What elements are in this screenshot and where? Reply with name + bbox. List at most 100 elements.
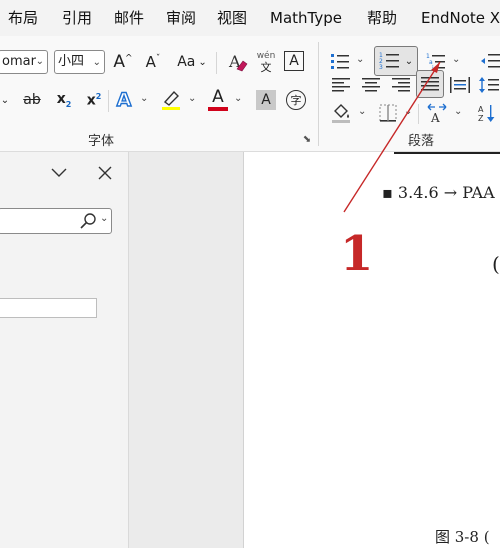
chevron-down-icon[interactable]: ⌄	[358, 106, 366, 117]
subscript-icon: x2	[56, 91, 72, 109]
font-color-swatch	[208, 107, 228, 111]
shrink-font-button[interactable]: Aˇ	[140, 50, 166, 74]
enclose-icon: 字	[286, 90, 306, 110]
character-border-label: A	[289, 53, 299, 69]
align-left-icon	[332, 78, 350, 92]
borders-button[interactable]	[376, 100, 400, 126]
dialog-launcher-icon[interactable]: ⬊	[300, 132, 314, 146]
chevron-down-icon[interactable]: ⌄	[454, 106, 462, 117]
strikethrough-label: ab	[23, 92, 41, 108]
font-name-value: omar	[2, 54, 36, 69]
pane-close-button[interactable]	[94, 162, 116, 184]
close-icon	[98, 166, 112, 180]
search-input[interactable]	[1, 211, 71, 231]
chevron-down-icon[interactable]: ⌄	[0, 88, 12, 112]
change-case-label: Aa	[177, 54, 196, 70]
results-field[interactable]	[0, 298, 97, 318]
phonetic-bottom: 文	[260, 61, 272, 74]
search-button[interactable]	[79, 212, 99, 234]
sort-icon: AZ	[478, 105, 495, 123]
enclose-characters-button[interactable]: 字	[284, 88, 308, 112]
align-right-button[interactable]	[388, 72, 414, 98]
font-name-combobox[interactable]: omar ⌄	[0, 50, 48, 74]
navigation-pane: ⌄	[0, 152, 128, 548]
separator	[418, 104, 419, 124]
tab-layout[interactable]: 布局	[8, 8, 38, 28]
ribbon: omar ⌄ 小四 ⌄ A^ Aˇ Aa ⌄ A wén 文 A ⌄ ab x2…	[0, 36, 500, 152]
align-right-icon	[392, 78, 410, 92]
tab-help[interactable]: 帮助	[367, 8, 397, 28]
superscript-button[interactable]: x2	[82, 88, 106, 112]
character-border-button[interactable]: A	[284, 51, 304, 71]
character-shading-label: A	[261, 92, 271, 108]
phonetic-guide-button[interactable]: wén 文	[254, 48, 278, 76]
tab-mathtype[interactable]: MathType	[270, 8, 342, 28]
highlight-button[interactable]	[158, 86, 184, 112]
separator	[108, 90, 109, 112]
chevron-down-icon: ⌄	[404, 55, 414, 67]
svg-text:Z: Z	[478, 114, 484, 123]
align-center-button[interactable]	[358, 72, 384, 98]
search-box[interactable]: ⌄	[0, 208, 112, 234]
font-group-label: 字体	[88, 134, 115, 149]
chevron-down-icon[interactable]: ⌄	[452, 54, 460, 65]
chevron-down-icon[interactable]: ⌄	[234, 93, 242, 104]
chevron-down-icon[interactable]: ⌄	[140, 93, 148, 104]
chevron-down-icon	[51, 168, 67, 177]
tab-mailings[interactable]: 邮件	[114, 8, 144, 28]
chevron-down-icon[interactable]: ⌄	[100, 213, 108, 224]
document-page[interactable]: ▪ 3.4.6 → PAA ( 图 3-8 (	[244, 152, 500, 548]
tab-view[interactable]: 视图	[217, 8, 247, 28]
line-spacing-icon	[479, 77, 499, 93]
subscript-button[interactable]: x2	[52, 88, 76, 112]
chevron-down-icon: ⌄	[35, 56, 44, 67]
change-case-button[interactable]: Aa ⌄	[172, 50, 212, 74]
chevron-down-icon[interactable]: ⌄	[188, 93, 196, 104]
chevron-down-icon[interactable]: ⌄	[404, 106, 412, 117]
sort-button[interactable]: AZ	[476, 100, 500, 126]
chevron-down-icon: ⌄	[92, 57, 101, 68]
font-size-combobox[interactable]: 小四 ⌄	[54, 50, 105, 74]
chinese-layout-icon: A	[427, 103, 447, 124]
annotation-number: 1	[340, 226, 374, 282]
align-left-button[interactable]	[328, 72, 354, 98]
grow-font-button[interactable]: A^	[110, 50, 136, 74]
bullets-button[interactable]	[328, 48, 352, 74]
paragraph-shading-button[interactable]	[328, 100, 354, 126]
font-size-value: 小四	[58, 54, 85, 69]
header-rule	[394, 152, 500, 154]
distributed-icon	[450, 77, 470, 93]
section-heading: ▪ 3.4.6 → PAA	[382, 183, 495, 202]
character-shading-button[interactable]: A	[256, 90, 276, 110]
clear-formatting-button[interactable]: A	[224, 49, 250, 75]
tab-references[interactable]: 引用	[62, 8, 92, 28]
tab-review[interactable]: 审阅	[166, 8, 196, 28]
font-color-button[interactable]: A	[206, 84, 230, 114]
menu-bar: 布局 引用 邮件 审阅 视图 MathType 帮助 EndNote X	[0, 0, 500, 36]
chinese-layout-button[interactable]: A	[424, 100, 450, 126]
chevron-down-icon[interactable]: ⌄	[356, 54, 364, 65]
numbered-list-icon: 1 2 3	[379, 52, 399, 71]
bullet-list-icon	[331, 54, 349, 69]
font-color-icon: A	[212, 87, 224, 107]
svg-text:A: A	[478, 105, 484, 114]
grow-font-icon: A^	[113, 52, 133, 72]
line-spacing-button[interactable]	[478, 72, 500, 98]
group-separator	[318, 42, 319, 146]
tab-endnote[interactable]: EndNote X	[421, 8, 500, 28]
pane-divider-area	[128, 152, 244, 548]
search-icon	[80, 213, 96, 229]
highlighter-icon	[162, 90, 180, 110]
separator	[216, 52, 217, 74]
justify-icon	[421, 77, 439, 91]
paragraph-group-label: 段落	[408, 134, 435, 149]
decrease-indent-button[interactable]	[478, 48, 500, 74]
borders-icon	[379, 104, 397, 122]
distributed-button[interactable]	[448, 72, 472, 98]
pane-options-button[interactable]	[48, 162, 70, 184]
justify-button[interactable]	[416, 70, 444, 98]
text-effects-button[interactable]: A	[112, 88, 136, 112]
strikethrough-button[interactable]: ab	[18, 88, 46, 112]
figure-caption: 图 3-8 (	[435, 528, 490, 546]
shrink-font-icon: Aˇ	[145, 53, 161, 71]
